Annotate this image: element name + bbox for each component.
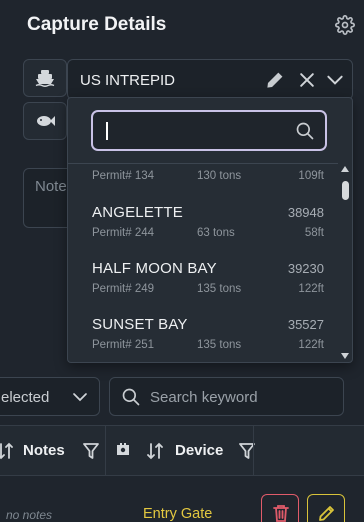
vessel-dropdown-panel: Permit# 134 130 tons 109ft ANGELETTE 389… bbox=[67, 97, 353, 363]
gear-icon[interactable] bbox=[335, 15, 355, 35]
column-header-device[interactable]: Device bbox=[175, 442, 223, 459]
status-filter-select[interactable]: elected bbox=[0, 377, 100, 416]
ship-icon bbox=[35, 69, 55, 87]
status-filter-value: elected bbox=[1, 389, 50, 406]
vessel-option-name: SUNSET BAY bbox=[92, 316, 188, 333]
chevron-down-icon bbox=[71, 388, 89, 406]
dropdown-scrollbar[interactable] bbox=[338, 164, 352, 362]
keyword-search-placeholder: Search keyword bbox=[150, 389, 258, 406]
search-icon bbox=[121, 387, 141, 407]
edit-button[interactable] bbox=[307, 494, 345, 522]
column-divider bbox=[105, 426, 106, 475]
filter-icon[interactable] bbox=[83, 442, 99, 460]
search-icon bbox=[295, 121, 315, 141]
vessel-selected-value: US INTREPID bbox=[80, 72, 176, 89]
vessel-option-name: HALF MOON BAY bbox=[92, 260, 217, 277]
vessel-option-permit: Permit# 251 bbox=[92, 339, 155, 351]
row-notes: no notes bbox=[6, 508, 53, 522]
sort-icon[interactable] bbox=[147, 442, 163, 460]
vessel-option-permit: Permit# 244 bbox=[92, 227, 155, 239]
pencil-icon bbox=[318, 504, 336, 522]
scroll-down-arrow[interactable] bbox=[341, 353, 349, 359]
text-cursor bbox=[106, 122, 108, 140]
trash-icon bbox=[272, 504, 290, 522]
row-device: Entry Gate bbox=[143, 506, 213, 522]
sort-icon[interactable] bbox=[0, 442, 13, 460]
page-title: Capture Details bbox=[27, 14, 167, 35]
fish-icon bbox=[35, 114, 55, 128]
vessel-option-permit: Permit# 134 bbox=[92, 170, 155, 182]
device-icon bbox=[115, 442, 131, 458]
notes-textarea[interactable]: Note bbox=[23, 168, 73, 228]
notes-placeholder: Note bbox=[35, 178, 67, 195]
pencil-icon[interactable] bbox=[265, 70, 285, 90]
vessel-option-length: 122ft bbox=[298, 339, 324, 351]
capture-details-screen: Capture Details Note US INTREPID Permit#… bbox=[0, 0, 364, 522]
species-type-button[interactable] bbox=[23, 102, 67, 140]
scroll-up-arrow[interactable] bbox=[341, 166, 349, 172]
vessel-option-permit: Permit# 249 bbox=[92, 283, 155, 295]
vessel-option[interactable]: ANGELETTE 38948 Permit# 244 63 tons 58ft bbox=[68, 196, 338, 252]
vessel-option-tons: 135 tons bbox=[197, 339, 242, 351]
vessel-option-length: 109ft bbox=[298, 170, 324, 182]
vessel-option-tons: 135 tons bbox=[197, 283, 242, 295]
vessel-option-length: 58ft bbox=[304, 227, 324, 239]
vessel-option[interactable]: HALF MOON BAY 39230 Permit# 249 135 tons… bbox=[68, 252, 338, 308]
vessel-option-tons: 63 tons bbox=[197, 227, 235, 239]
close-icon[interactable] bbox=[297, 70, 317, 90]
vessel-option-list: Permit# 134 130 tons 109ft ANGELETTE 389… bbox=[68, 164, 338, 362]
vessel-type-button[interactable] bbox=[23, 59, 67, 97]
vessel-option-name: ANGELETTE bbox=[92, 204, 183, 221]
vessel-search-input[interactable] bbox=[91, 110, 327, 151]
column-divider bbox=[253, 426, 254, 475]
vessel-option[interactable]: SUNSET BAY 35527 Permit# 251 135 tons 12… bbox=[68, 308, 338, 362]
chevron-down-icon[interactable] bbox=[325, 70, 345, 90]
vessel-option-code: 39230 bbox=[287, 261, 324, 276]
vessel-option[interactable]: Permit# 134 130 tons 109ft bbox=[68, 164, 338, 195]
delete-button[interactable] bbox=[261, 494, 299, 522]
vessel-option-code: 38948 bbox=[287, 205, 324, 220]
scrollbar-thumb[interactable] bbox=[342, 181, 349, 200]
vessel-select[interactable]: US INTREPID bbox=[67, 59, 353, 100]
table-header: Notes Device bbox=[0, 425, 364, 476]
column-header-notes[interactable]: Notes bbox=[23, 442, 65, 459]
vessel-option-code: 35527 bbox=[287, 317, 324, 332]
vessel-option-length: 122ft bbox=[298, 283, 324, 295]
keyword-search-input[interactable]: Search keyword bbox=[109, 377, 344, 416]
vessel-option-tons: 130 tons bbox=[197, 170, 242, 182]
